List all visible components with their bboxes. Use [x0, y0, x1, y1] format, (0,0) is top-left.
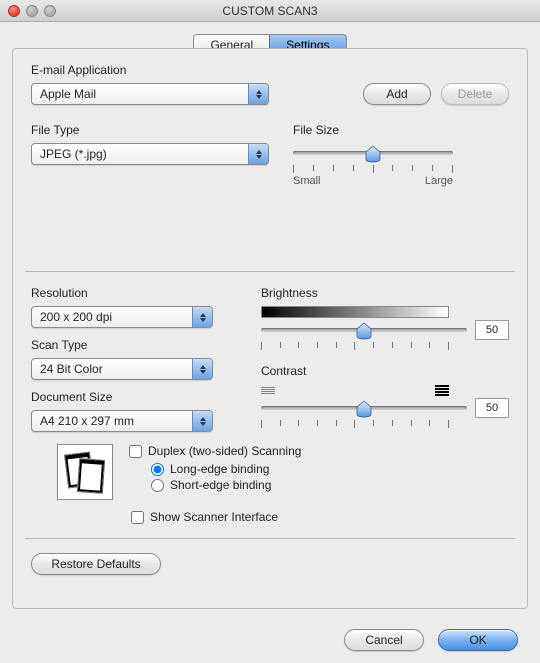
long-edge-radio[interactable]: [151, 463, 164, 476]
duplex-checkbox[interactable]: [129, 445, 142, 458]
popup-arrows-icon: [192, 359, 212, 379]
email-app-label: E-mail Application: [31, 63, 509, 77]
popup-arrows-icon: [248, 144, 268, 164]
resolution-popup[interactable]: 200 x 200 dpi: [31, 306, 213, 328]
filesize-small-label: Small: [293, 175, 321, 187]
popup-arrows-icon: [192, 411, 212, 431]
filesize-large-label: Large: [425, 175, 453, 187]
duplex-label: Duplex (two-sided) Scanning: [148, 444, 301, 458]
separator: [25, 271, 515, 272]
cancel-button[interactable]: Cancel: [344, 629, 424, 651]
show-scanner-label: Show Scanner Interface: [150, 510, 278, 524]
docsize-label: Document Size: [31, 390, 241, 404]
popup-arrows-icon: [248, 84, 268, 104]
brightness-gradient-icon: [261, 306, 449, 318]
restore-defaults-button[interactable]: Restore Defaults: [31, 553, 161, 575]
window-title: CUSTOM SCAN3: [0, 4, 540, 18]
scantype-value: 24 Bit Color: [40, 362, 103, 376]
filetype-value: JPEG (*.jpg): [40, 147, 107, 161]
add-button[interactable]: Add: [363, 83, 431, 105]
duplex-preview-icon: [57, 444, 113, 500]
resolution-value: 200 x 200 dpi: [40, 310, 112, 324]
show-scanner-checkbox[interactable]: [131, 511, 144, 524]
titlebar: CUSTOM SCAN3: [0, 0, 540, 22]
long-edge-label: Long-edge binding: [170, 462, 269, 476]
resolution-label: Resolution: [31, 286, 241, 300]
window-close-button[interactable]: [8, 5, 20, 17]
filetype-label: File Type: [31, 123, 293, 137]
brightness-value[interactable]: 50: [475, 320, 509, 340]
filesize-label: File Size: [293, 123, 509, 137]
short-edge-radio[interactable]: [151, 479, 164, 492]
slider-thumb-icon: [356, 322, 372, 340]
short-edge-label: Short-edge binding: [170, 478, 271, 492]
brightness-label: Brightness: [261, 286, 509, 300]
docsize-popup[interactable]: A4 210 x 297 mm: [31, 410, 213, 432]
window-zoom-button[interactable]: [44, 5, 56, 17]
slider-thumb-icon: [356, 400, 372, 418]
contrast-label: Contrast: [261, 364, 509, 378]
docsize-value: A4 210 x 297 mm: [40, 414, 134, 428]
ok-button[interactable]: OK: [438, 629, 518, 651]
scantype-label: Scan Type: [31, 338, 241, 352]
slider-thumb-icon: [365, 145, 381, 163]
scantype-popup[interactable]: 24 Bit Color: [31, 358, 213, 380]
delete-button: Delete: [441, 83, 509, 105]
contrast-value[interactable]: 50: [475, 398, 509, 418]
filesize-slider[interactable]: [293, 143, 453, 163]
contrast-slider[interactable]: [261, 398, 467, 418]
filetype-popup[interactable]: JPEG (*.jpg): [31, 143, 269, 165]
window-minimize-button[interactable]: [26, 5, 38, 17]
email-app-value: Apple Mail: [40, 87, 96, 101]
email-app-popup[interactable]: Apple Mail: [31, 83, 269, 105]
popup-arrows-icon: [192, 307, 212, 327]
brightness-slider[interactable]: [261, 320, 467, 340]
contrast-gradient-icon: [261, 384, 449, 396]
settings-panel: E-mail Application Apple Mail Add Delete…: [12, 48, 528, 609]
separator: [25, 538, 515, 539]
dialog-footer: Cancel OK: [0, 629, 540, 651]
